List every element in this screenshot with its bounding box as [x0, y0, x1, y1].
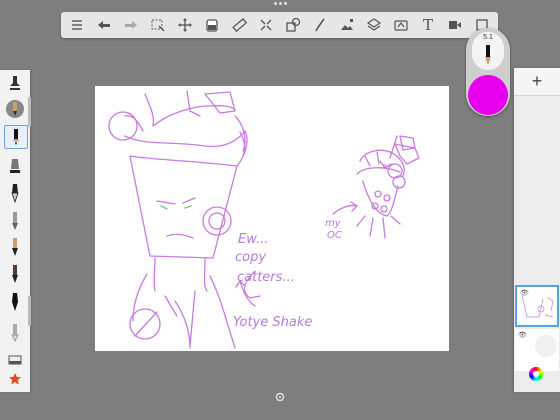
settings-gear-icon[interactable] — [275, 389, 285, 402]
layer-preview — [521, 294, 554, 318]
brush-eraser-icon[interactable] — [4, 322, 26, 344]
note-catters: catters... — [237, 270, 295, 285]
pen-icon[interactable] — [310, 15, 330, 35]
layers-stack-icon[interactable] — [364, 15, 384, 35]
current-color-swatch[interactable] — [468, 75, 508, 115]
main-toolbar: T — [61, 12, 498, 38]
current-brush-icon — [485, 45, 491, 65]
guides-icon[interactable] — [391, 15, 411, 35]
brush-ink-pen-icon[interactable] — [4, 182, 26, 204]
transform-icon[interactable] — [175, 15, 195, 35]
symmetry-icon[interactable] — [256, 15, 276, 35]
note-yotye-shake: Yotye Shake — [233, 315, 312, 330]
brush-pencil-selected-icon[interactable] — [4, 125, 28, 149]
visibility-eye-icon[interactable]: 👁 — [518, 331, 527, 339]
drawing-canvas[interactable]: Ew... copy catters... Yotye Shake my OC — [95, 86, 449, 351]
color-wheel-icon[interactable] — [529, 367, 543, 381]
undo-icon[interactable] — [94, 15, 114, 35]
layer-thumbnail-2[interactable]: 👁 — [515, 329, 559, 371]
brush-size-value: 5.1 — [483, 34, 493, 41]
brush-size-puck[interactable]: 5.1 — [472, 32, 504, 70]
text-tool-glyph: T — [422, 16, 433, 34]
note-copy: copy — [235, 250, 266, 265]
note-ew: Ew... — [238, 232, 268, 247]
brush-calligraphy-icon[interactable] — [4, 291, 26, 313]
brush-chisel-icon[interactable] — [4, 263, 26, 285]
video-icon[interactable] — [445, 15, 465, 35]
brush-marker-icon[interactable] — [4, 72, 26, 94]
sketch-layer: Ew... copy catters... Yotye Shake my OC — [108, 90, 420, 349]
redo-icon[interactable] — [121, 15, 141, 35]
fill-icon[interactable] — [202, 15, 222, 35]
toolbar-grip[interactable] — [270, 2, 290, 8]
shape-icon[interactable] — [283, 15, 303, 35]
brush-paint-icon[interactable] — [4, 210, 26, 232]
ruler-icon[interactable] — [229, 15, 249, 35]
add-layer-label: + — [531, 71, 543, 91]
image-icon[interactable] — [337, 15, 357, 35]
note-my: my — [325, 218, 342, 229]
add-layer-button[interactable]: + — [514, 68, 560, 96]
brush-palette — [0, 70, 31, 392]
layer-thumbnail-1[interactable]: 👁 — [515, 285, 559, 327]
favorites-star-icon[interactable] — [4, 368, 26, 390]
text-icon[interactable]: T — [418, 15, 438, 35]
brush-slider-handle[interactable] — [28, 97, 31, 127]
note-oc: OC — [327, 230, 342, 241]
brush-fill-pen-icon[interactable] — [4, 155, 26, 177]
layer-fill-preview — [535, 335, 557, 357]
brush-paintbrush-icon[interactable] — [4, 236, 26, 258]
brush-airbrush-icon[interactable] — [4, 98, 26, 120]
select-icon[interactable] — [148, 15, 168, 35]
opacity-slider-handle[interactable] — [28, 296, 31, 326]
list-icon[interactable] — [67, 15, 87, 35]
